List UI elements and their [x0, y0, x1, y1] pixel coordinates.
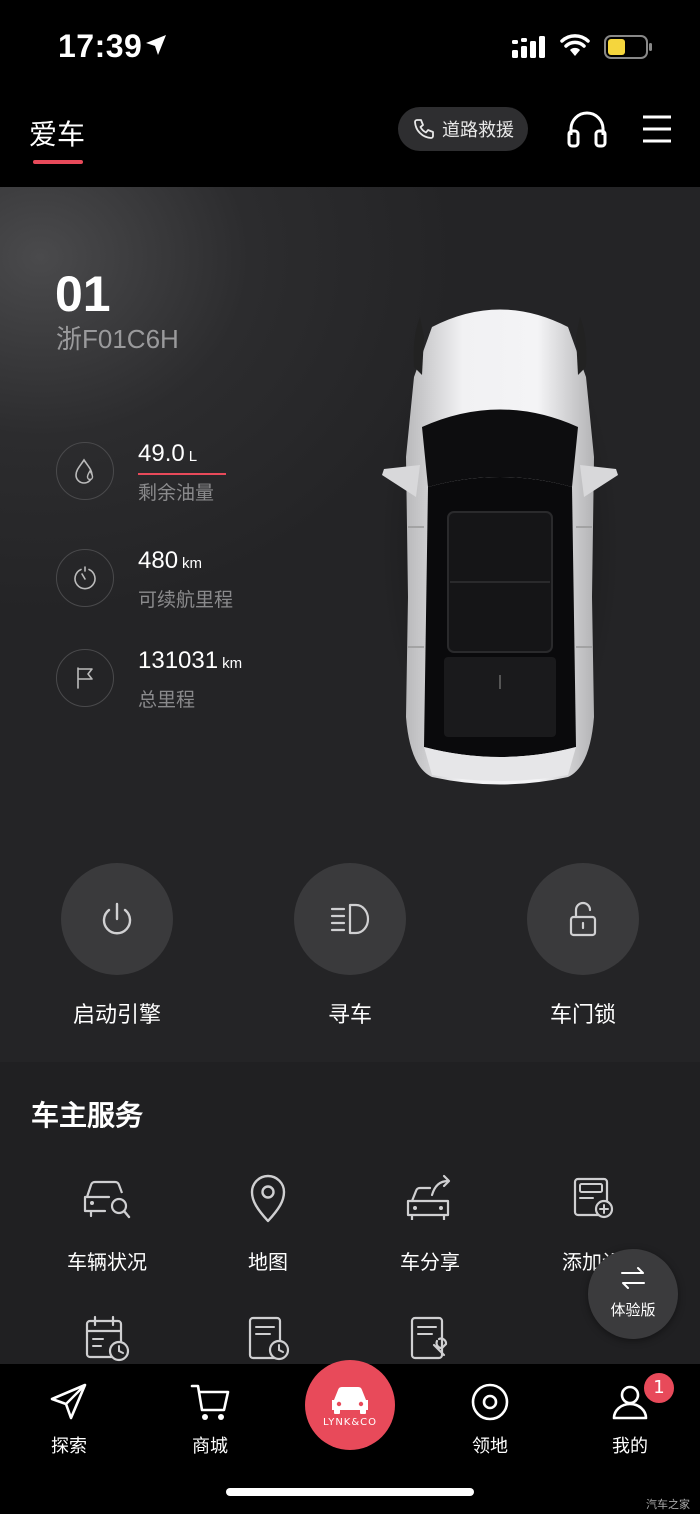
tab-my-car[interactable]: 爱车	[29, 113, 85, 153]
unlock-icon	[569, 901, 597, 937]
cart-icon	[190, 1384, 230, 1420]
notification-badge: 1	[643, 1372, 675, 1404]
door-lock-control[interactable]: 车门锁	[508, 863, 658, 1029]
nav-shop[interactable]: 商城	[165, 1380, 255, 1458]
bottom-navigation: 探索 商城 LYNK&CO 领地 我的 1 汽车之家	[0, 1360, 700, 1514]
nav-lynk-car-button[interactable]: LYNK&CO	[305, 1360, 395, 1450]
phone-icon	[414, 119, 434, 139]
start-engine-button[interactable]	[61, 863, 173, 975]
target-icon	[471, 1383, 509, 1421]
power-icon	[102, 902, 132, 935]
service-maintenance[interactable]	[355, 1310, 505, 1366]
model-logo-01: 01	[55, 273, 111, 313]
status-bar: 17:39	[0, 0, 700, 95]
odometer-label: 总里程	[138, 689, 196, 711]
tab-active-indicator	[33, 160, 83, 164]
door-lock-label: 车门锁	[549, 1003, 616, 1028]
stat-odometer[interactable]: 131031 km 总里程	[56, 647, 356, 711]
fuel-unit: L	[188, 448, 198, 465]
fuel-label: 剩余油量	[138, 482, 215, 504]
service-appointment[interactable]	[32, 1310, 182, 1366]
cellular-signal-icon	[512, 36, 545, 58]
fuel-underline	[138, 473, 226, 475]
headlight-icon	[330, 903, 370, 935]
fuel-drop-icon	[56, 442, 114, 500]
range-gauge-icon	[56, 549, 114, 607]
swap-arrows-icon	[621, 1267, 645, 1289]
license-plate: 浙F01C6H	[56, 324, 179, 354]
start-engine-label: 启动引擎	[72, 1003, 161, 1028]
map-pin-icon	[250, 1174, 286, 1223]
road-rescue-button[interactable]: 道路救援	[398, 107, 528, 151]
range-label: 可续航里程	[138, 589, 234, 611]
nav-shop-label: 商城	[192, 1436, 228, 1457]
flag-icon	[56, 649, 114, 707]
document-clock-icon	[248, 1316, 290, 1361]
car-share-label: 车分享	[400, 1250, 460, 1274]
start-engine-control[interactable]: 启动引擎	[42, 863, 192, 1029]
lynk-car-icon: LYNK&CO	[323, 1386, 377, 1428]
stat-range[interactable]: 480 km 可续航里程	[56, 547, 356, 611]
find-car-label: 寻车	[327, 1003, 372, 1028]
nav-explore-label: 探索	[51, 1436, 87, 1457]
service-car-share[interactable]: 车分享	[355, 1170, 505, 1275]
trial-version-label: 体验版	[610, 1301, 656, 1319]
map-label: 地图	[248, 1250, 288, 1274]
svg-text:LYNK&CO: LYNK&CO	[323, 1417, 377, 1428]
battery-icon	[604, 35, 652, 59]
range-unit: km	[182, 555, 203, 572]
headset-icon[interactable]	[566, 109, 608, 149]
calendar-clock-icon	[85, 1315, 130, 1362]
find-car-button[interactable]	[294, 863, 406, 975]
service-records[interactable]	[193, 1310, 343, 1366]
trial-version-button[interactable]: 体验版	[588, 1249, 678, 1339]
stat-fuel[interactable]: 49.0 L 剩余油量	[56, 440, 356, 504]
add-device-icon	[573, 1177, 614, 1219]
odometer-value: 131031	[138, 647, 219, 674]
status-time: 17:39	[58, 28, 143, 64]
service-vehicle-status[interactable]: 车辆状况	[32, 1170, 182, 1275]
fuel-value: 49.0	[138, 440, 185, 467]
odometer-unit: km	[222, 655, 243, 672]
car-top-view-image	[380, 302, 620, 792]
door-lock-button[interactable]	[527, 863, 639, 975]
send-icon	[50, 1383, 87, 1420]
watermark: 汽车之家	[646, 1498, 690, 1511]
home-indicator[interactable]	[226, 1488, 474, 1496]
nav-territory[interactable]: 领地	[445, 1380, 535, 1458]
nav-territory-label: 领地	[472, 1436, 508, 1457]
nav-explore[interactable]: 探索	[24, 1380, 114, 1458]
road-rescue-label: 道路救援	[442, 120, 514, 141]
wifi-icon	[560, 34, 590, 56]
top-header: 爱车 道路救援	[0, 95, 700, 187]
nav-mine-label: 我的	[612, 1436, 648, 1457]
service-map[interactable]: 地图	[193, 1170, 343, 1275]
find-car-control[interactable]: 寻车	[275, 863, 425, 1029]
vehicle-panel: 01 浙F01C6H 49.0 L 剩余油量 480 km 可续航里程 1310…	[0, 187, 700, 1062]
menu-icon[interactable]	[641, 114, 673, 144]
svg-text:01: 01	[55, 273, 111, 313]
location-arrow-icon	[146, 35, 166, 55]
car-share-icon	[406, 1174, 451, 1220]
car-search-icon	[83, 1180, 131, 1219]
range-value: 480	[138, 547, 179, 574]
vehicle-status-label: 车辆状况	[67, 1250, 147, 1274]
document-wrench-icon	[410, 1316, 448, 1360]
owner-services-title: 车主服务	[31, 1099, 144, 1132]
